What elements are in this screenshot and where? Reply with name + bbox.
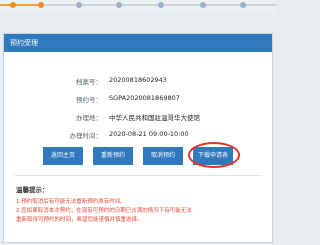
info-row-appointment-number: 预约号： SGPA2020081869807 [4, 94, 274, 104]
time-label: 办理时间： [69, 132, 103, 140]
highlight-circle [188, 142, 240, 168]
appointment-card: 预约受理 档案号： 20200818602943 预约号： SGPA202008… [3, 33, 273, 243]
appointment-number-label: 预约号： [76, 96, 102, 104]
step-dot-2 [38, 2, 44, 8]
info-row-time: 办理时间： 2020-08-21 09:00-10:00 [4, 130, 274, 140]
notice-item-1: 1.预约取消后有可能无法重新预约原有时间。 [16, 199, 126, 205]
notice-item-2: 2.您如果取消本次预约，在现有可预约的日期已占满的情况下有可能无法 [16, 208, 192, 214]
stepper-track-completed [0, 4, 41, 6]
notice-section: 温馨提示： 1.预约取消后有可能无法重新预约原有时间。 2.您如果取消本次预约，… [16, 184, 266, 225]
info-row-file-number: 档案号： 20200818602943 [4, 76, 274, 86]
cancel-appointment-button[interactable]: 取消预约 [143, 147, 183, 165]
time-value: 2020-08-21 09:00-10:00 [109, 130, 189, 138]
info-row-location: 办理地： 中华人民共和国驻温哥华大使馆 [4, 112, 274, 122]
location-value: 中华人民共和国驻温哥华大使馆 [109, 114, 200, 122]
location-label: 办理地： [76, 114, 102, 122]
notice-item-3: 重新取得可预约的时间，希望您能谨慎并慎重选择。 [16, 217, 143, 223]
progress-stepper [0, 0, 276, 12]
step-dot-7 [240, 2, 246, 8]
file-number-value: 20200818602943 [109, 76, 167, 84]
card-title: 预约受理 [4, 34, 272, 52]
step-dot-4 [116, 2, 122, 8]
notice-title: 温馨提示： [16, 186, 49, 194]
rebook-button[interactable]: 重新预约 [93, 147, 133, 165]
step-dot-1 [10, 2, 16, 8]
appointment-number-value: SGPA2020081869807 [109, 94, 180, 102]
divider [14, 175, 262, 176]
step-dot-3 [76, 2, 82, 8]
file-number-label: 档案号： [76, 78, 102, 86]
back-home-button[interactable]: 返回主页 [43, 147, 83, 165]
step-dot-6 [200, 2, 206, 8]
step-dot-5 [158, 2, 164, 8]
